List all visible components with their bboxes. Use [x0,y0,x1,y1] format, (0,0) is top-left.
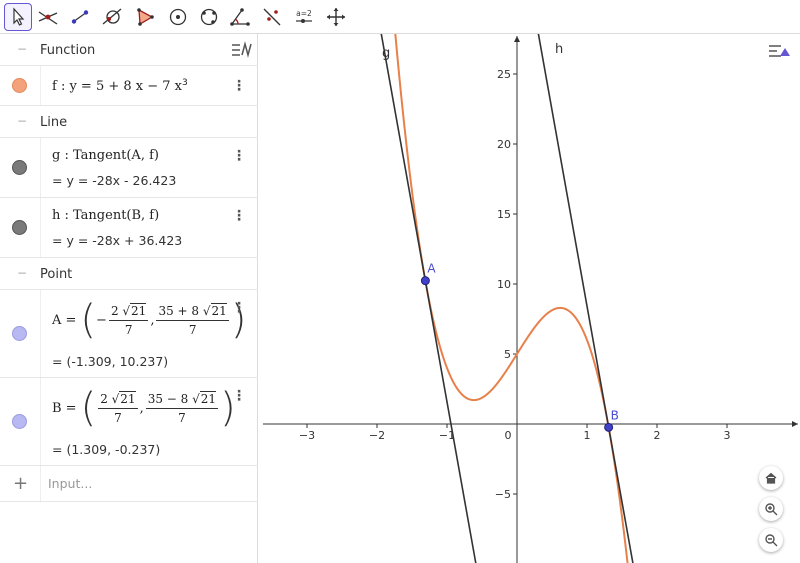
circle-center-point-button[interactable] [164,3,192,31]
zoom-in-button[interactable] [759,497,783,521]
more-options-icon[interactable]: ⋮ [232,300,246,316]
more-options-icon[interactable]: ⋮ [232,148,246,164]
more-options-icon[interactable]: ⋮ [232,208,246,224]
value-g: = y = -28x - 26.423 [52,173,177,188]
value-h: = y = -28x + 36.423 [52,233,183,248]
visibility-toggle-A[interactable] [12,326,27,341]
y-tick-label: 25 [497,68,511,81]
x-tick-label: −2 [369,429,385,442]
more-options-icon[interactable]: ⋮ [232,388,246,404]
circle-center-point-icon [169,8,187,26]
group-header-point[interactable]: − Point [0,258,258,290]
group-label-function: Function [40,43,96,58]
circle-through-points-button[interactable] [98,3,126,31]
style-bar-toggle-button[interactable] [767,40,791,62]
algebra-row-g[interactable]: g : Tangent(A, f) = y = -28x - 26.423 ⋮ [0,138,258,198]
y-tick-label: −5 [495,488,511,501]
x-axis-arrow [792,421,798,427]
visibility-toggle-g[interactable] [12,160,27,175]
zoom-out-icon [765,534,778,547]
point-label-A: A [427,262,436,276]
move-graphics-view-button[interactable] [322,3,350,31]
x-tick-label: −3 [299,429,315,442]
collapse-icon[interactable]: − [17,266,27,280]
visibility-toggle-B[interactable] [12,414,27,429]
y-tick-label: 20 [497,138,511,151]
move-tool-icon [13,7,25,26]
reflect-about-line-icon [263,8,281,26]
group-label-point: Point [40,267,73,282]
y-tick-label: 5 [504,348,511,361]
algebra-view: − Function f : y = 5 + 8 x − 7 x3 ⋮ − Li… [0,34,258,563]
move-graphics-view-icon [327,8,345,26]
definition-B: B = ( 2 √21 7 , 35 − 8 √21 7 ) [52,385,236,431]
definition-f: f : y = 5 + 8 x − 7 x3 [52,78,188,95]
label-h: h [555,42,563,57]
value-B: = (1.309, -0.237) [52,442,161,457]
standard-view-button[interactable] [759,466,783,490]
x-tick-label: 0 [505,429,512,442]
group-header-line[interactable]: − Line [0,106,258,138]
definition-h: h : Tangent(B, f) [52,208,160,223]
x-tick-label: 1 [584,429,591,442]
group-label-line: Line [40,115,68,130]
slider-icon: a=2 [296,9,312,23]
point-B [604,422,614,432]
slider-icon-label: a=2 [296,9,312,18]
x-tick-label: 2 [654,429,661,442]
y-tick-label: 15 [497,208,511,221]
input-row[interactable]: + Input... [0,466,258,502]
conic-through-points-button[interactable] [195,3,223,31]
tangent-line-g [380,34,477,563]
tangent-line-h [537,34,634,563]
add-icon[interactable]: + [13,473,28,494]
algebra-row-A[interactable]: A = ( − 2 √21 7 , 35 + 8 √21 7 ) = (-1.309… [0,290,258,378]
circle-through-points-icon [102,8,122,25]
slider-button[interactable]: a=2 [290,3,318,31]
graph-canvas[interactable]: −3 −2 −1 0 1 2 3252015105−5 gh AB [263,34,800,563]
visibility-toggle-f[interactable] [12,78,27,93]
style-bar-icon [769,45,790,57]
zoom-out-button[interactable] [759,528,783,552]
polygon-button[interactable] [131,3,159,31]
definition-g: g : Tangent(A, f) [52,148,159,163]
value-A: = (-1.309, 10.237) [52,354,169,369]
angle-icon [230,8,250,26]
definition-A: A = ( − 2 √21 7 , 35 + 8 √21 7 ) [52,297,247,343]
graphics-view[interactable]: −3 −2 −1 0 1 2 3 25 20 15 10 5 −5 gh AB [263,34,800,563]
label-g: g [382,46,390,61]
conic-through-points-icon [200,8,218,26]
angle-button[interactable] [226,3,254,31]
visibility-toggle-h[interactable] [12,220,27,235]
y-tick-label: 10 [497,278,511,291]
point-A [420,276,430,286]
algebra-view-settings-button[interactable] [229,38,255,62]
y-axis-arrow [514,36,520,42]
exponent-f: 3 [182,78,188,88]
more-options-icon[interactable]: ⋮ [232,78,246,94]
collapse-icon[interactable]: − [17,114,27,128]
function-inspector-button[interactable] [34,3,62,31]
algebra-row-B[interactable]: B = ( 2 √21 7 , 35 − 8 √21 7 ) = (1.309, -… [0,378,258,466]
point-line-button[interactable] [66,3,94,31]
point-label-B: B [611,408,619,422]
algebra-row-f[interactable]: f : y = 5 + 8 x − 7 x3 ⋮ [0,66,258,106]
x-tick-label: 3 [724,429,731,442]
toolbar: a=2 [0,0,800,34]
move-tool-button[interactable] [4,3,32,31]
function-list-icon [232,41,252,58]
reflect-about-line-button[interactable] [258,3,286,31]
axes [263,36,798,563]
point-line-icon [71,10,89,24]
home-icon [765,472,777,484]
algebra-row-h[interactable]: h : Tangent(B, f) = y = -28x + 36.423 ⋮ [0,198,258,258]
zoom-in-icon [765,503,778,516]
polygon-icon [137,8,154,26]
input-bar[interactable]: Input... [48,476,92,491]
function-inspector-icon [38,11,58,25]
group-header-function[interactable]: − Function [0,34,258,66]
collapse-icon[interactable]: − [17,42,27,56]
